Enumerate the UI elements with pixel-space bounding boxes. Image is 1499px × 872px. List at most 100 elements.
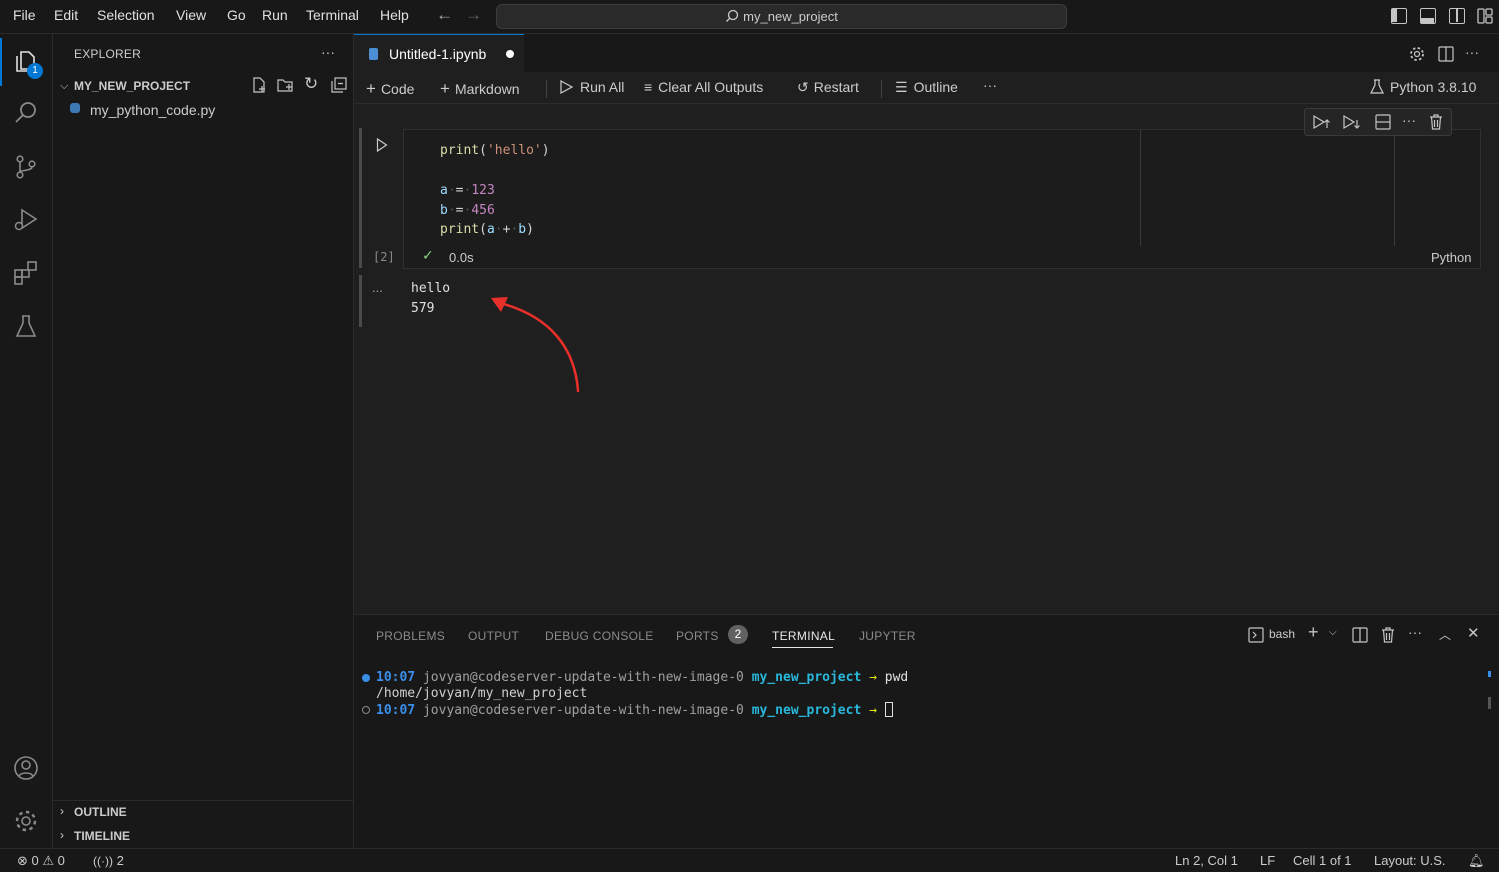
menu-file[interactable]: File (13, 7, 36, 23)
warning-icon: ⚠ (42, 853, 55, 868)
output-line: 579 (411, 301, 435, 316)
tab-debug-console[interactable]: DEBUG CONSOLE (545, 629, 654, 643)
plus-icon: + (366, 79, 376, 98)
tab-untitled-notebook[interactable]: Untitled-1.ipynb (354, 34, 524, 72)
delete-cell-icon[interactable] (1429, 114, 1443, 130)
menu-selection[interactable]: Selection (97, 7, 155, 23)
clear-all-outputs-button[interactable]: ≡ Clear All Outputs (644, 79, 763, 95)
explorer-badge: 1 (27, 63, 43, 79)
keyboard-layout[interactable]: Layout: U.S. (1374, 853, 1446, 868)
kill-terminal-trash-icon[interactable] (1381, 627, 1395, 643)
kernel-flask-icon (1370, 79, 1384, 94)
notebook-file-icon (369, 48, 378, 60)
output-line: hello (411, 281, 451, 296)
toggle-primary-sidebar-icon[interactable] (1391, 8, 1407, 24)
split-cell-icon[interactable] (1375, 114, 1391, 130)
execute-below-icon[interactable] (1342, 114, 1360, 130)
project-folder-header[interactable]: MY_NEW_PROJECT (74, 79, 190, 93)
forward-arrow-icon[interactable]: → (465, 5, 482, 25)
code-cell-editor[interactable]: print('hello') a·=·123 b·=·456 print(a·+… (403, 129, 1481, 269)
ports-status[interactable]: ((·)) 2 (93, 853, 124, 868)
explorer-more-icon[interactable]: ··· (321, 44, 335, 60)
command-center-label: my_new_project (743, 9, 838, 24)
cursor-position[interactable]: Ln 2, Col 1 (1175, 853, 1238, 868)
terminal-scrollbar[interactable] (1488, 697, 1491, 709)
unsaved-dot-icon[interactable] (506, 50, 514, 58)
timeline-section[interactable]: TIMELINE (74, 829, 130, 843)
outline-button[interactable]: ☰ Outline (895, 79, 958, 96)
back-arrow-icon[interactable]: ← (436, 5, 453, 25)
broadcast-icon: ((·)) (93, 854, 113, 868)
menu-run[interactable]: Run (262, 7, 288, 23)
gear-icon[interactable] (1409, 46, 1425, 62)
terminal-cursor (884, 702, 893, 717)
toolbar-separator (881, 80, 882, 98)
notebook-toolbar: + Code + Markdown Run All ≡ Clear All Outpu… (354, 72, 1499, 104)
terminal-line-2: /home/jovyan/my_new_project (376, 686, 588, 701)
execution-duration: 0.0s (449, 250, 474, 265)
active-indicator (0, 38, 2, 86)
terminal-dropdown-chevron-icon[interactable]: ⌵ (1329, 627, 1337, 638)
maximize-panel-chevron-up-icon[interactable]: ︿ (1439, 626, 1451, 643)
command-pending-dot-icon (362, 706, 370, 714)
execute-above-icon[interactable] (1312, 114, 1330, 130)
restart-button[interactable]: ↺ Restart (797, 79, 859, 96)
code-line-5: print(a·+·b) (440, 222, 534, 237)
tab-ports[interactable]: PORTS (676, 629, 719, 643)
new-file-icon[interactable] (251, 77, 267, 93)
chevron-right-icon[interactable]: › (60, 828, 64, 842)
close-panel-icon[interactable]: ✕ (1467, 624, 1480, 642)
cell-indicator[interactable]: Cell 1 of 1 (1293, 853, 1352, 868)
problems-status[interactable]: ⊗ 0 ⚠ 0 (17, 853, 65, 869)
toggle-panel-icon[interactable] (1420, 8, 1436, 24)
cell-language[interactable]: Python (1431, 250, 1471, 265)
run-debug-icon[interactable] (13, 206, 39, 232)
file-item-my-python-code[interactable]: my_python_code.py (90, 102, 215, 118)
end-of-line[interactable]: LF (1260, 853, 1275, 868)
menu-help[interactable]: Help (380, 7, 409, 23)
more-actions-icon[interactable]: ··· (1465, 44, 1479, 60)
menu-terminal[interactable]: Terminal (306, 7, 359, 23)
menu-edit[interactable]: Edit (54, 7, 78, 23)
add-markdown-button[interactable]: + Markdown (440, 79, 520, 99)
more-actions-icon[interactable]: ··· (983, 77, 997, 93)
cell-more-icon[interactable]: ··· (1402, 112, 1416, 128)
new-terminal-plus-icon[interactable]: + (1308, 622, 1319, 643)
tab-output[interactable]: OUTPUT (468, 629, 519, 643)
refresh-icon[interactable]: ↻ (304, 74, 318, 94)
outline-section[interactable]: OUTLINE (74, 805, 127, 819)
collapse-all-icon[interactable] (331, 77, 347, 93)
customize-layout-icon[interactable] (1477, 8, 1493, 24)
new-folder-icon[interactable] (277, 77, 294, 93)
chevron-right-icon[interactable]: › (60, 804, 64, 818)
command-center[interactable]: my_new_project (496, 4, 1067, 29)
settings-gear-icon[interactable] (13, 808, 39, 834)
chevron-down-icon[interactable]: ⌵ (60, 80, 68, 93)
menu-view[interactable]: View (176, 7, 206, 23)
run-cell-icon[interactable] (376, 138, 388, 152)
command-success-dot-icon[interactable] (362, 674, 370, 682)
notifications-bell-icon[interactable]: 🔔︎ (1468, 853, 1485, 869)
extensions-icon[interactable] (13, 260, 39, 286)
code-line-4: b·=·456 (440, 203, 495, 218)
panel-more-icon[interactable]: ··· (1408, 624, 1422, 640)
add-code-button[interactable]: + Code (366, 79, 414, 99)
run-all-button[interactable]: Run All (559, 79, 624, 95)
search-icon[interactable] (13, 100, 39, 126)
tab-terminal[interactable]: TERMINAL (772, 629, 835, 643)
error-icon: ⊗ (17, 853, 28, 868)
kernel-picker[interactable]: Python 3.8.10 (1370, 79, 1476, 95)
python-file-icon (70, 103, 80, 113)
terminal-shell-name[interactable]: bash (1269, 627, 1295, 641)
output-more-icon[interactable]: ... (372, 280, 383, 295)
testing-flask-icon[interactable] (13, 313, 39, 339)
source-control-icon[interactable] (13, 154, 39, 180)
tab-jupyter[interactable]: JUPYTER (859, 629, 916, 643)
menu-go[interactable]: Go (227, 7, 246, 23)
tab-problems[interactable]: PROBLEMS (376, 629, 445, 643)
split-terminal-icon[interactable] (1352, 627, 1368, 643)
toggle-secondary-sidebar-icon[interactable] (1449, 8, 1465, 24)
accounts-icon[interactable] (13, 755, 39, 781)
split-editor-icon[interactable] (1438, 46, 1454, 62)
run-all-icon (560, 79, 574, 95)
